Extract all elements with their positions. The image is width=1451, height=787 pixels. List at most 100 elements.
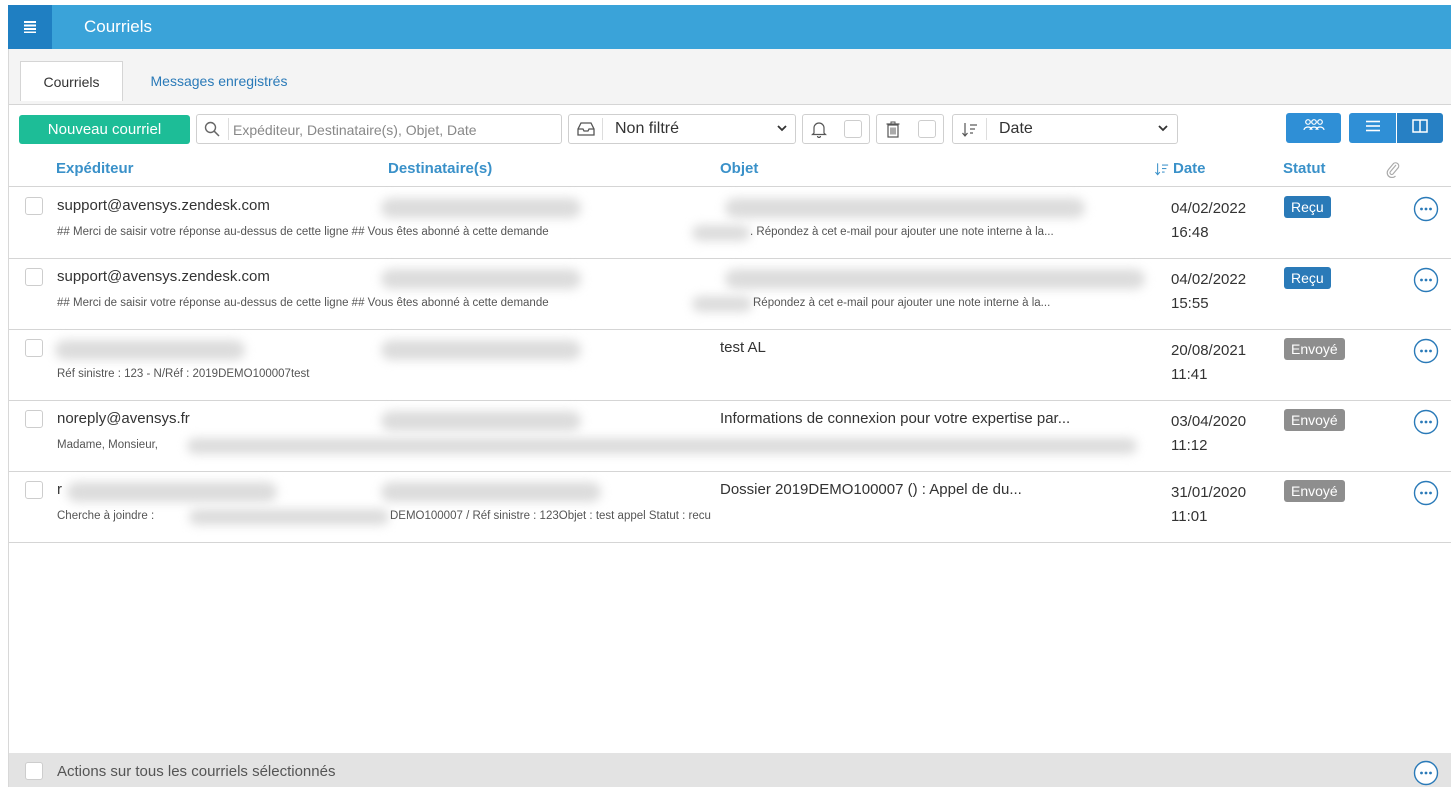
email-sender: r (57, 481, 62, 498)
sort-desc-icon (1155, 162, 1169, 181)
email-sender: noreply@avensys.fr (57, 410, 190, 427)
email-date: 20/08/2021 11:41 (1171, 342, 1247, 383)
redacted-preview (187, 438, 1137, 454)
status-badge: Reçu (1284, 196, 1331, 218)
more-options-icon[interactable] (1413, 480, 1439, 511)
email-subject: Informations de connexion pour votre exp… (720, 410, 1071, 427)
status-badge: Envoyé (1284, 480, 1345, 502)
tab-messages-enregistres[interactable]: Messages enregistrés (129, 61, 309, 101)
email-subject: Dossier 2019DEMO100007 () : Appel de du.… (720, 481, 1022, 498)
column-recipients[interactable]: Destinataire(s) (388, 160, 492, 177)
more-options-icon[interactable] (1413, 760, 1439, 787)
column-subject[interactable]: Objet (720, 160, 758, 177)
email-preview-tail: DEMO100007 / Réf sinistre : 123Objet : t… (390, 510, 711, 522)
status-badge: Envoyé (1284, 338, 1345, 360)
search-separator (228, 118, 229, 140)
notification-filter (802, 114, 870, 144)
redacted-preview (692, 296, 752, 312)
list-view-icon (1365, 119, 1381, 137)
list-view-button[interactable] (1349, 113, 1396, 143)
row-checkbox[interactable] (25, 339, 43, 357)
column-sender[interactable]: Expéditeur (56, 160, 134, 177)
redacted-recipients (381, 269, 581, 289)
row-checkbox[interactable] (25, 268, 43, 286)
bulk-actions-label: Actions sur tous les courriels sélection… (57, 763, 336, 780)
row-checkbox[interactable] (25, 481, 43, 499)
bulk-actions-bar: Actions sur tous les courriels sélection… (9, 753, 1451, 787)
redacted-recipients (381, 340, 581, 360)
email-row[interactable]: r Dossier 2019DEMO100007 () : Appel de d… (9, 472, 1451, 543)
bell-icon[interactable] (811, 121, 827, 143)
split-view-button[interactable] (1397, 113, 1443, 143)
hamburger-menu-icon (24, 21, 36, 33)
email-sender: support@avensys.zendesk.com (57, 197, 270, 214)
email-row[interactable]: support@avensys.zendesk.com ## Merci de … (9, 188, 1451, 259)
chevron-down-icon (1158, 123, 1168, 136)
column-date[interactable]: Date (1173, 160, 1206, 177)
row-checkbox[interactable] (25, 197, 43, 215)
email-date: 31/01/2020 11:01 (1171, 484, 1247, 525)
email-date: 04/02/2022 15:55 (1171, 271, 1247, 312)
email-date: 03/04/2020 11:12 (1171, 413, 1247, 454)
email-preview: Cherche à joindre : (57, 510, 155, 522)
more-options-icon[interactable] (1413, 409, 1439, 440)
email-preview: Réf sinistre : 123 - N/Réf : 2019DEMO100… (57, 368, 310, 380)
sort-separator (986, 118, 987, 140)
redacted-sender (67, 482, 277, 502)
tab-bar: Courriels Messages enregistrés (9, 49, 1451, 105)
new-email-button[interactable]: Nouveau courriel (19, 115, 190, 144)
group-users-button[interactable] (1286, 113, 1341, 143)
filter-separator (602, 118, 603, 140)
redacted-preview (692, 225, 750, 241)
tab-courriels[interactable]: Courriels (20, 61, 123, 101)
sort-select[interactable]: Date (952, 114, 1178, 144)
page-title: Courriels (84, 17, 153, 36)
email-preview-tail: Répondez à cet e-mail pour ajouter une n… (753, 297, 1051, 309)
status-badge: Envoyé (1284, 409, 1345, 431)
inbox-icon (577, 122, 595, 141)
email-preview: ## Merci de saisir votre réponse au-dess… (57, 297, 549, 309)
bell-filter-checkbox[interactable] (844, 120, 862, 138)
email-preview-tail: . Répondez à cet e-mail pour ajouter une… (750, 226, 1054, 238)
redacted-subject (725, 269, 1145, 289)
menu-button[interactable] (8, 5, 52, 49)
email-subject: test AL (720, 339, 766, 356)
title-bar: Courriels (8, 5, 1451, 49)
status-badge: Reçu (1284, 267, 1331, 289)
redacted-sender (55, 340, 245, 360)
email-row[interactable]: noreply@avensys.fr Informations de conne… (9, 401, 1451, 472)
email-row[interactable]: support@avensys.zendesk.com ## Merci de … (9, 259, 1451, 330)
more-options-icon[interactable] (1413, 196, 1439, 227)
search-box (196, 114, 562, 144)
email-row[interactable]: test AL Réf sinistre : 123 - N/Réf : 201… (9, 330, 1451, 401)
more-options-icon[interactable] (1413, 267, 1439, 298)
more-options-icon[interactable] (1413, 338, 1439, 369)
toolbar: Nouveau courriel Non filtré (0, 105, 1451, 150)
sort-value: Date (999, 120, 1033, 137)
search-input[interactable] (233, 119, 553, 141)
trash-filter-checkbox[interactable] (918, 120, 936, 138)
redacted-recipients (381, 198, 581, 218)
redacted-recipients (381, 411, 581, 431)
chevron-down-icon (777, 123, 787, 136)
email-preview: Madame, Monsieur, (57, 439, 158, 451)
search-icon (204, 121, 220, 142)
email-date: 04/02/2022 16:48 (1171, 200, 1247, 241)
filter-select[interactable]: Non filtré (568, 114, 796, 144)
redacted-preview (189, 509, 389, 525)
table-header: Expéditeur Destinataire(s) Objet Date St… (9, 150, 1451, 187)
split-view-icon (1412, 118, 1428, 138)
select-all-checkbox[interactable] (25, 762, 43, 780)
email-preview: ## Merci de saisir votre réponse au-dess… (57, 226, 549, 238)
trash-icon[interactable] (886, 121, 900, 143)
group-users-icon (1302, 118, 1325, 139)
attachment-icon (1386, 160, 1400, 183)
column-status[interactable]: Statut (1283, 160, 1326, 177)
redacted-subject (725, 198, 1085, 218)
trash-filter (876, 114, 944, 144)
email-sender: support@avensys.zendesk.com (57, 268, 270, 285)
filter-value: Non filtré (615, 120, 680, 137)
sort-icon (962, 122, 978, 142)
row-checkbox[interactable] (25, 410, 43, 428)
redacted-recipients (381, 482, 601, 502)
